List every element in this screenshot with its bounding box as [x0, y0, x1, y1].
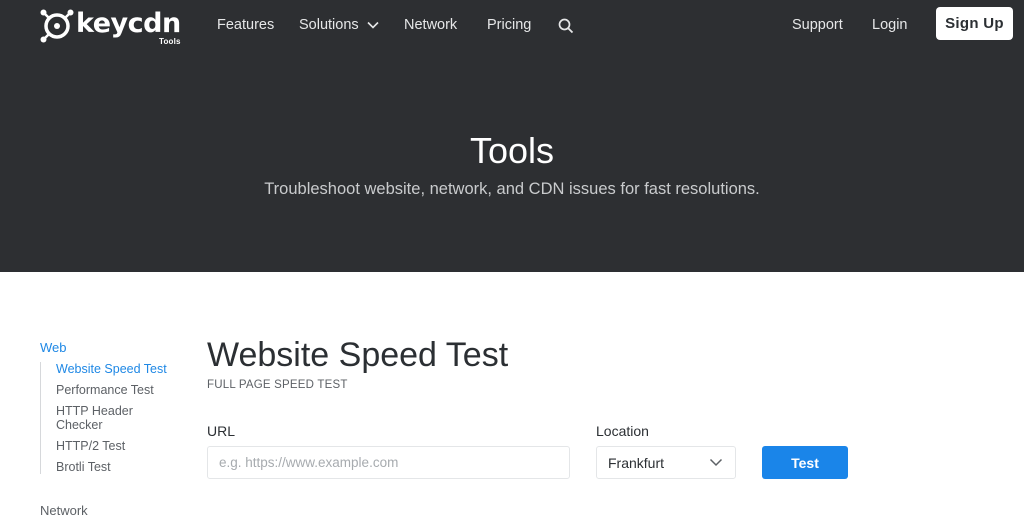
location-value: Frankfurt: [608, 454, 665, 471]
sidebar-item-website-speed-test[interactable]: Website Speed Test: [56, 362, 180, 376]
chevron-down-icon: [367, 21, 379, 29]
sidebar-heading-network[interactable]: Network: [40, 503, 88, 519]
nav-solutions[interactable]: Solutions: [299, 16, 379, 34]
page-title: Website Speed Test: [207, 336, 509, 374]
hero-banner: Tools Troubleshoot website, network, and…: [0, 50, 1024, 272]
location-label: Location: [596, 423, 649, 439]
main-content: Website Speed Test FULL PAGE SPEED TEST: [207, 335, 508, 391]
url-input[interactable]: [207, 446, 570, 479]
sidebar-web-list: Website Speed Test Performance Test HTTP…: [40, 362, 180, 474]
hero-title: Tools: [469, 130, 555, 171]
nav-support[interactable]: Support: [792, 16, 843, 34]
signup-button[interactable]: Sign Up: [936, 7, 1013, 40]
brand-logo[interactable]: keycdn Tools: [40, 8, 181, 47]
sidebar-item-performance-test[interactable]: Performance Test: [56, 383, 180, 397]
chevron-down-icon: [709, 458, 723, 467]
search-icon[interactable]: [558, 18, 574, 34]
location-select[interactable]: Frankfurt: [596, 446, 736, 479]
nav-pricing[interactable]: Pricing: [487, 16, 531, 34]
top-navbar: keycdn Tools Features Solutions Network …: [0, 0, 1024, 50]
keycdn-logo-icon: [40, 9, 74, 43]
url-label: URL: [207, 423, 236, 439]
nav-features[interactable]: Features: [217, 16, 274, 34]
sidebar-item-http2-test[interactable]: HTTP/2 Test: [56, 439, 180, 453]
brand-wordmark: keycdn Tools: [76, 8, 181, 47]
nav-network[interactable]: Network: [404, 16, 457, 34]
tools-sidebar: Web Website Speed Test Performance Test …: [40, 340, 180, 518]
brand-name: keycdn: [76, 8, 181, 39]
nav-solutions-label: Solutions: [299, 17, 359, 33]
nav-login[interactable]: Login: [872, 16, 907, 34]
test-button[interactable]: Test: [762, 446, 848, 479]
sidebar-item-http-header-checker[interactable]: HTTP Header Checker: [56, 404, 180, 432]
brand-sub: Tools: [158, 37, 181, 46]
sidebar-item-brotli-test[interactable]: Brotli Test: [56, 460, 180, 474]
sidebar-heading-web[interactable]: Web: [40, 340, 180, 356]
page-subtitle: FULL PAGE SPEED TEST: [207, 379, 348, 391]
hero-subtitle: Troubleshoot website, network, and CDN i…: [264, 180, 760, 198]
